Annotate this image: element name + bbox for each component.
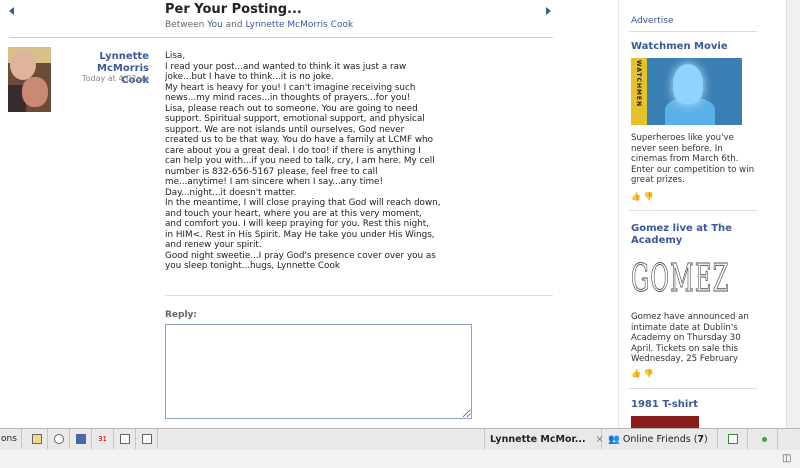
divider bbox=[165, 295, 553, 296]
notes-icon[interactable] bbox=[114, 429, 136, 449]
message-line: me...anytime! I am sincere when I say...… bbox=[165, 177, 383, 187]
between-label: Between bbox=[165, 20, 205, 30]
message-line: support. Spiritual support, emotional su… bbox=[165, 114, 425, 124]
divider bbox=[9, 37, 553, 38]
status-strip: ◫ bbox=[0, 450, 800, 468]
ad-image-watchmen[interactable]: WATCHMEN bbox=[631, 58, 742, 125]
message-line: I read your post...and wanted to think i… bbox=[165, 61, 407, 72]
message-line: and renew your spirit. bbox=[165, 240, 262, 250]
ad-text-line: Gomez have announced an bbox=[631, 312, 749, 322]
message-line: joke...but I have to think...it is no jo… bbox=[165, 72, 334, 82]
message-line: Day...night...it doesn't matter. bbox=[165, 187, 297, 198]
ad-text-gomez: Gomez have announced an intimate date at… bbox=[631, 312, 756, 365]
previous-arrow-icon[interactable] bbox=[9, 7, 14, 15]
message-line: My heart is heavy for you! I can't imagi… bbox=[165, 82, 416, 93]
ad-text-line: intimate date at Dublin's bbox=[631, 322, 738, 333]
message-line: number is 832-656-5167 please, feel free… bbox=[165, 166, 378, 177]
ad-image-tshirt[interactable] bbox=[631, 416, 699, 428]
reply-label: Reply: bbox=[165, 310, 198, 320]
message-line: news...my mind races...in thoughts of pr… bbox=[165, 93, 411, 103]
ad-text-line: Academy on Thursday 30 bbox=[631, 333, 741, 343]
message-body: Lisa, I read your post...and wanted to t… bbox=[165, 51, 465, 272]
chat-tab-name[interactable]: Lynnette McMor... bbox=[490, 434, 586, 445]
online-friends-paren: ) bbox=[704, 433, 708, 445]
thread-participants: Between You and Lynnette McMorris Cook bbox=[165, 20, 353, 30]
watchmen-logo-text: WATCHMEN bbox=[635, 60, 642, 108]
ad-title-line[interactable]: Gomez live at The bbox=[631, 223, 751, 235]
thumbs-down-icon[interactable]: 👎 bbox=[644, 192, 654, 201]
window-resize-icon[interactable]: ◫ bbox=[782, 453, 791, 464]
message-line: Lisa, bbox=[165, 51, 186, 61]
participant-other-link[interactable]: Lynnette McMorris Cook bbox=[245, 20, 353, 30]
message-line: In the meantime, I will close praying th… bbox=[165, 198, 441, 208]
divider bbox=[629, 210, 757, 211]
ad-text-line: cinemas from March 6th. bbox=[631, 154, 739, 164]
message-line: and comfort you. I will keep praying for… bbox=[165, 219, 430, 229]
ad-text-line: Enter our competition to win bbox=[631, 164, 755, 175]
thread-title: Per Your Posting... bbox=[165, 2, 302, 17]
ad-title-gomez[interactable]: Gomez live at The Academy bbox=[631, 223, 751, 247]
chat-bar: ons 31 Lynnette McMor... × 👥 Online Frie… bbox=[0, 428, 800, 468]
message-line: can help you with...if you need to talk,… bbox=[165, 156, 435, 166]
message-line: Good night sweetie...I pray God's presen… bbox=[165, 250, 436, 261]
message-line: created us to be that way. You do have a… bbox=[165, 135, 433, 145]
online-friends-count: 7 bbox=[697, 433, 705, 445]
ad-title-tshirt[interactable]: 1981 T-shirt bbox=[631, 399, 751, 411]
ad-feedback-icons[interactable]: 👍 👎 bbox=[631, 192, 653, 201]
gomez-logo-text: GOMEZ bbox=[631, 256, 730, 301]
ad-text-line: April. Tickets on sale this bbox=[631, 343, 739, 354]
message-line: you sleep tonight...hugs, Lynnette Cook bbox=[165, 261, 340, 271]
ad-title-watchmen[interactable]: Watchmen Movie bbox=[631, 41, 751, 53]
message-line: and touch your heart, where you are at t… bbox=[165, 208, 422, 219]
participant-you-link[interactable]: You bbox=[207, 20, 223, 30]
photos-icon[interactable] bbox=[26, 429, 48, 449]
ads-sidebar: Advertise Watchmen Movie WATCHMEN Superh… bbox=[618, 0, 786, 428]
message-thread-panel: Per Your Posting... Between You and Lynn… bbox=[0, 0, 613, 428]
message-line: care about you a great deal. I do too! i… bbox=[165, 145, 421, 156]
message-timestamp: Today at 4:02am bbox=[82, 74, 149, 83]
close-icon[interactable]: × bbox=[596, 434, 604, 445]
divider bbox=[629, 388, 757, 389]
divider bbox=[629, 31, 757, 32]
chat-tab-lynnette[interactable]: Lynnette McMor... × bbox=[484, 429, 604, 449]
groups-icon[interactable] bbox=[48, 429, 70, 449]
ad-image-gomez[interactable]: GOMEZ bbox=[631, 256, 731, 306]
ad-text-watchmen: Superheroes like you've never seen befor… bbox=[631, 133, 756, 186]
calendar-icon[interactable]: 31 bbox=[92, 429, 114, 449]
message-line: Lisa, please reach out to someone. You a… bbox=[165, 103, 418, 114]
message-line: support. We are not islands until oursel… bbox=[165, 124, 405, 135]
thumbs-up-icon[interactable]: 👍 bbox=[631, 192, 641, 201]
avatar[interactable] bbox=[8, 47, 51, 112]
links-icon[interactable] bbox=[136, 429, 158, 449]
ad-title-line[interactable]: Academy bbox=[631, 235, 751, 247]
ad-text-line: Wednesday, 25 February bbox=[631, 354, 738, 364]
author-name-line1[interactable]: Lynnette McMorris bbox=[55, 51, 149, 75]
ad-feedback-icons[interactable]: 👍 👎 bbox=[631, 369, 653, 378]
friends-icon[interactable] bbox=[70, 429, 92, 449]
thumbs-down-icon[interactable]: 👎 bbox=[644, 369, 654, 378]
ad-text-line: Superheroes like you've bbox=[631, 133, 734, 143]
thumbs-up-icon[interactable]: 👍 bbox=[631, 369, 641, 378]
message-line: in HIM<. Rest in His Spirit. May He take… bbox=[165, 229, 435, 240]
advertise-link[interactable]: Advertise bbox=[631, 16, 674, 26]
chat-status-icon[interactable] bbox=[748, 429, 778, 449]
online-friends-button[interactable]: 👥 Online Friends (7) bbox=[604, 429, 718, 449]
applications-menu[interactable]: ons bbox=[0, 429, 22, 449]
notifications-icon[interactable] bbox=[718, 429, 748, 449]
next-arrow-icon[interactable] bbox=[546, 7, 551, 15]
ad-text-line: great prizes. bbox=[631, 175, 685, 185]
reply-textarea[interactable] bbox=[165, 324, 472, 419]
and-label: and bbox=[225, 20, 243, 30]
vertical-scrollbar[interactable] bbox=[786, 0, 800, 428]
online-friends-label[interactable]: Online Friends ( bbox=[623, 434, 698, 445]
friends-icon: 👥 bbox=[608, 433, 620, 445]
ad-text-line: never seen before. In bbox=[631, 143, 723, 154]
